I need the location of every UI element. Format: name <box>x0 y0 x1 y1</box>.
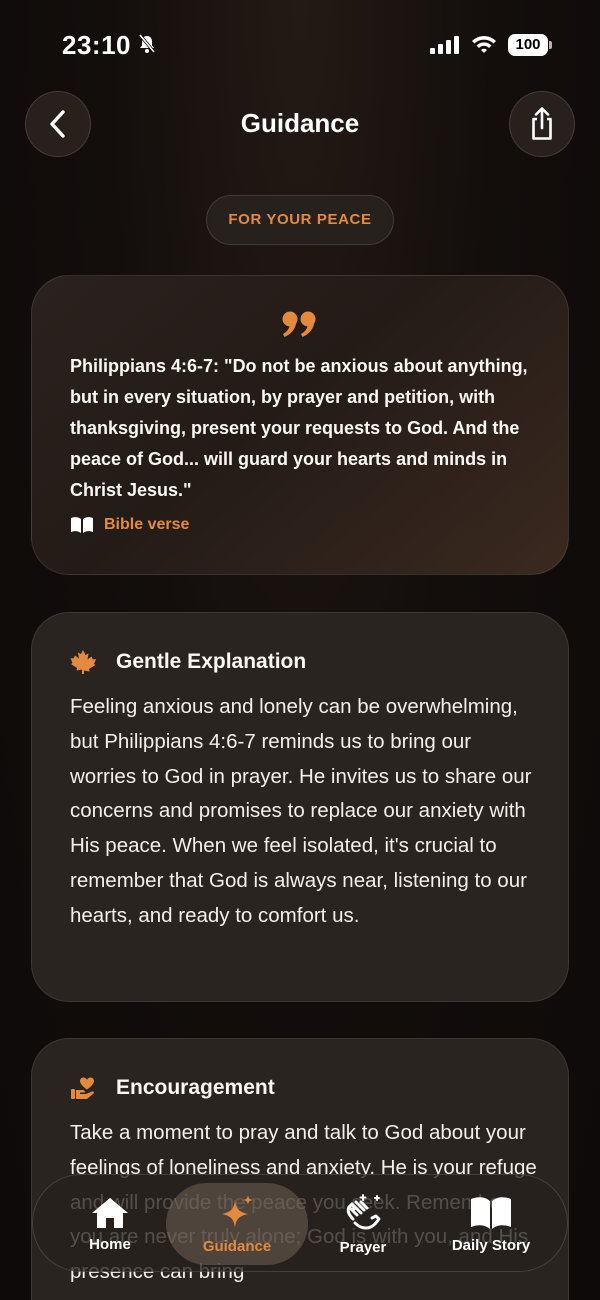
explanation-title: Gentle Explanation <box>116 650 307 673</box>
verse-source: Bible verse <box>70 516 189 534</box>
praying-hands-icon <box>346 1193 381 1229</box>
sparkles-icon <box>222 1194 253 1228</box>
open-book-icon <box>471 1196 511 1229</box>
cellular-signal-icon <box>430 36 459 54</box>
encouragement-header: Encouragement <box>70 1075 275 1101</box>
encouragement-title: Encouragement <box>116 1076 275 1099</box>
share-button[interactable] <box>509 91 575 157</box>
tab-guidance-label: Guidance <box>202 1237 272 1255</box>
battery-icon: 100 <box>508 34 552 56</box>
explanation-header: Gentle Explanation <box>70 649 306 675</box>
wifi-icon <box>471 34 497 59</box>
open-book-icon <box>71 517 93 533</box>
quote-icon <box>32 310 568 343</box>
tab-daily-story-label: Daily Story <box>451 1236 531 1254</box>
verse-card: Philippians 4:6-7: "Do not be anxious ab… <box>31 275 569 575</box>
tab-home[interactable]: Home <box>65 1175 155 1273</box>
hand-heart-icon <box>71 1077 94 1099</box>
status-time: 23:10 <box>62 30 131 60</box>
verse-text: Philippians 4:6-7: "Do not be anxious ab… <box>70 356 528 500</box>
tab-guidance[interactable]: Guidance <box>166 1183 308 1265</box>
tab-prayer-label: Prayer <box>339 1238 387 1256</box>
share-icon <box>532 107 552 140</box>
explanation-card: Gentle Explanation Feeling anxious and l… <box>31 612 569 1002</box>
tab-daily-story[interactable]: Daily Story <box>433 1175 549 1273</box>
verse-source-label: Bible verse <box>104 516 190 533</box>
tab-home-label: Home <box>89 1235 131 1253</box>
nav-header: Guidance <box>0 90 600 160</box>
tab-bar: Home Guidance Prayer Daily Story <box>32 1174 568 1272</box>
tab-prayer[interactable]: Prayer <box>323 1175 403 1273</box>
bell-off-icon <box>138 34 156 59</box>
house-icon <box>92 1197 128 1228</box>
explanation-body: Feeling anxious and lonely can be overwh… <box>70 695 532 927</box>
status-bar: 23:10 100 <box>0 0 600 90</box>
maple-leaf-icon <box>70 650 96 674</box>
topic-pill: FOR YOUR PEACE <box>206 195 394 245</box>
